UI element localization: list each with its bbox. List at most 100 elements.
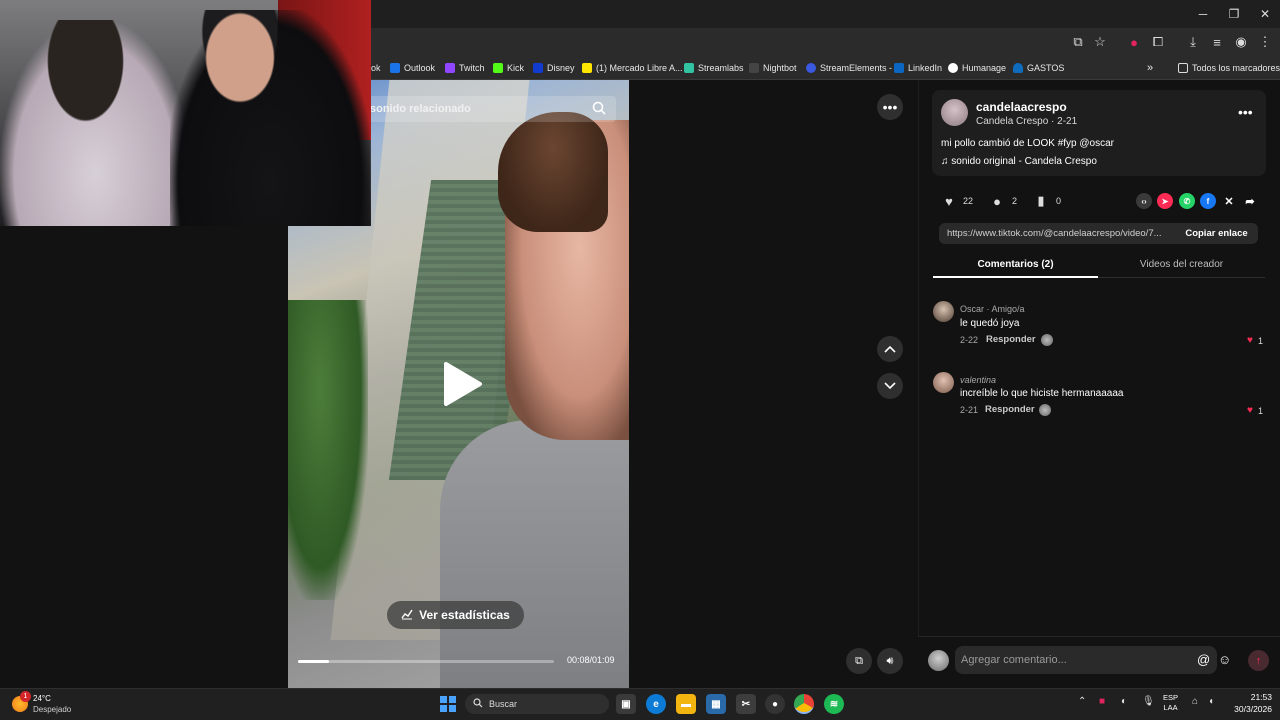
related-search-text: sonido relacionado	[370, 103, 471, 115]
mention-at-icon[interactable]: @	[1197, 652, 1210, 667]
bookmark-streamlabs[interactable]: Streamlabs	[684, 56, 744, 80]
volume-icon[interactable]: 🔊︎	[877, 648, 903, 674]
post-more-icon[interactable]: •••	[1238, 104, 1253, 120]
bookmark-item[interactable]: ok	[371, 56, 381, 80]
post-sound[interactable]: ♫ sonido original - Candela Crespo	[941, 156, 1097, 167]
comment-bubble-icon[interactable]: ●	[988, 193, 1006, 209]
media-control-icon[interactable]: ≡	[1206, 32, 1228, 52]
more-bookmarks-chevron-icon[interactable]: »	[1147, 56, 1153, 80]
extensions-puzzle-icon[interactable]: ⧠	[1147, 32, 1169, 52]
video-progress-bar[interactable]	[298, 660, 554, 663]
mini-player-icon[interactable]: ⧉	[846, 648, 872, 674]
tray-overflow-chevron-icon[interactable]: ⌃	[1078, 696, 1086, 707]
bookmark-disney[interactable]: Disney	[533, 56, 575, 80]
bookmark-humanage[interactable]: Humanage	[948, 56, 1006, 80]
bookmark-label: Disney	[547, 63, 575, 73]
bookmark-icon[interactable]: ▮	[1032, 193, 1050, 209]
file-explorer-icon[interactable]: ▬	[676, 694, 696, 714]
whatsapp-icon[interactable]: ✆	[1179, 193, 1195, 209]
comment-text: le quedó joya	[960, 318, 1020, 329]
bookmark-mercadolibre[interactable]: (1) Mercado Libre A...	[582, 56, 683, 80]
video-frame-hair	[498, 112, 608, 232]
search-icon[interactable]	[592, 101, 608, 117]
clock-date[interactable]: 30/3/2026	[1222, 704, 1272, 714]
comment-username[interactable]: valentina	[960, 375, 996, 385]
bookmark-star-icon[interactable]: ☆	[1089, 32, 1111, 52]
comment-avatar[interactable]	[933, 372, 954, 393]
microphone-icon[interactable]: 🎙︎	[1142, 696, 1155, 707]
taskbar-search[interactable]: Buscar	[465, 694, 609, 714]
bookmark-nightbot[interactable]: Nightbot	[749, 56, 797, 80]
x-twitter-icon[interactable]: ✕	[1221, 193, 1237, 209]
bookmark-label: Todos los marcadores	[1192, 63, 1280, 73]
share-arrow-icon[interactable]: ➦	[1242, 193, 1258, 209]
clock-time[interactable]: 21:53	[1236, 692, 1272, 702]
task-view-icon[interactable]: ▣	[616, 694, 636, 714]
creator-liked-avatar	[1039, 404, 1051, 416]
comment-avatar[interactable]	[933, 301, 954, 322]
chrome-icon[interactable]	[794, 694, 814, 714]
edge-icon[interactable]: e	[646, 694, 666, 714]
related-search-bar[interactable]: sonido relacionado	[360, 96, 616, 122]
speaker-icon[interactable]: ◖	[1208, 696, 1214, 707]
humanage-icon	[948, 63, 958, 73]
keyboard-language[interactable]: ESP LAA	[1163, 693, 1178, 713]
windows-start-icon[interactable]	[440, 696, 456, 712]
search-icon	[473, 698, 483, 710]
comment-count: 2	[1012, 196, 1018, 206]
creator-username[interactable]: candelaacrespo	[976, 100, 1067, 114]
weather-temperature[interactable]: 24°C	[33, 694, 51, 703]
comment-date: 2-21	[960, 405, 979, 415]
minimize-icon[interactable]: ─	[1186, 0, 1220, 28]
browser-menu-icon[interactable]: ⋮	[1254, 32, 1276, 52]
bookmark-streamelements[interactable]: StreamElements -	[806, 56, 892, 80]
embed-code-icon[interactable]: ‹›	[1136, 193, 1152, 209]
tray-app2-icon[interactable]: ◐	[1121, 696, 1127, 707]
snipping-tool-icon[interactable]: ✂	[736, 694, 756, 714]
view-stats-button[interactable]: Ver estadísticas	[387, 601, 524, 629]
windows-taskbar	[0, 688, 1280, 720]
comment-input[interactable]	[955, 646, 1217, 674]
comment-like-count: 1	[1258, 406, 1264, 416]
network-icon[interactable]: ⌂	[1192, 696, 1198, 707]
obs-icon[interactable]: ●	[765, 694, 785, 714]
restore-icon[interactable]: ❐	[1217, 0, 1251, 28]
play-icon[interactable]	[440, 360, 484, 408]
profile-avatar-icon[interactable]: ◉	[1230, 32, 1252, 52]
creator-avatar[interactable]	[941, 99, 968, 126]
share-link-text[interactable]: https://www.tiktok.com/@candelaacrespo/v…	[947, 228, 1171, 239]
close-icon[interactable]: ✕	[1248, 0, 1280, 28]
bookmark-outlook[interactable]: Outlook	[390, 56, 435, 80]
download-icon[interactable]: ⤓	[1182, 32, 1204, 52]
comment-username[interactable]: Oscar · Amigo/a	[960, 304, 1025, 314]
streamelements-icon	[806, 63, 816, 73]
bookmark-linkedin[interactable]: LinkedIn	[894, 56, 942, 80]
tab-creator-videos[interactable]: Videos del creador	[1098, 252, 1265, 278]
view-stats-label: Ver estadísticas	[419, 608, 510, 622]
send-arrow-icon[interactable]: ↑	[1248, 650, 1269, 671]
spotify-icon[interactable]: ≋	[824, 694, 844, 714]
bookmark-twitch[interactable]: Twitch	[445, 56, 485, 80]
reply-button[interactable]: Responder	[986, 334, 1036, 345]
bookmark-gastos[interactable]: GASTOS	[1013, 56, 1064, 80]
copy-link-button[interactable]: Copiar enlace	[1175, 223, 1258, 244]
video-frame-shirt	[440, 420, 629, 688]
next-video-chevron-down-icon[interactable]	[877, 373, 903, 399]
emoji-icon[interactable]: ☺	[1218, 652, 1231, 667]
extension-icon[interactable]: ●	[1123, 32, 1145, 52]
all-bookmarks-folder[interactable]: Todos los marcadores	[1178, 56, 1280, 80]
more-options-icon[interactable]: •••	[877, 94, 903, 120]
reply-button[interactable]: Responder	[985, 404, 1035, 415]
tab-comments[interactable]: Comentarios (2)	[933, 252, 1098, 278]
send-to-friends-icon[interactable]: ➤	[1157, 193, 1173, 209]
comment-heart-icon[interactable]: ♥	[1247, 335, 1253, 346]
install-app-icon[interactable]: ⧉	[1067, 32, 1089, 52]
facebook-icon[interactable]: f	[1200, 193, 1216, 209]
comment-heart-icon[interactable]: ♥	[1247, 405, 1253, 416]
calculator-icon[interactable]: ▦	[706, 694, 726, 714]
bookmark-kick[interactable]: Kick	[493, 56, 524, 80]
weather-description: Despejado	[33, 705, 72, 714]
like-heart-icon[interactable]: ♥	[940, 193, 958, 209]
tray-app-icon[interactable]: ■	[1099, 696, 1105, 707]
previous-video-chevron-up-icon[interactable]	[877, 336, 903, 362]
